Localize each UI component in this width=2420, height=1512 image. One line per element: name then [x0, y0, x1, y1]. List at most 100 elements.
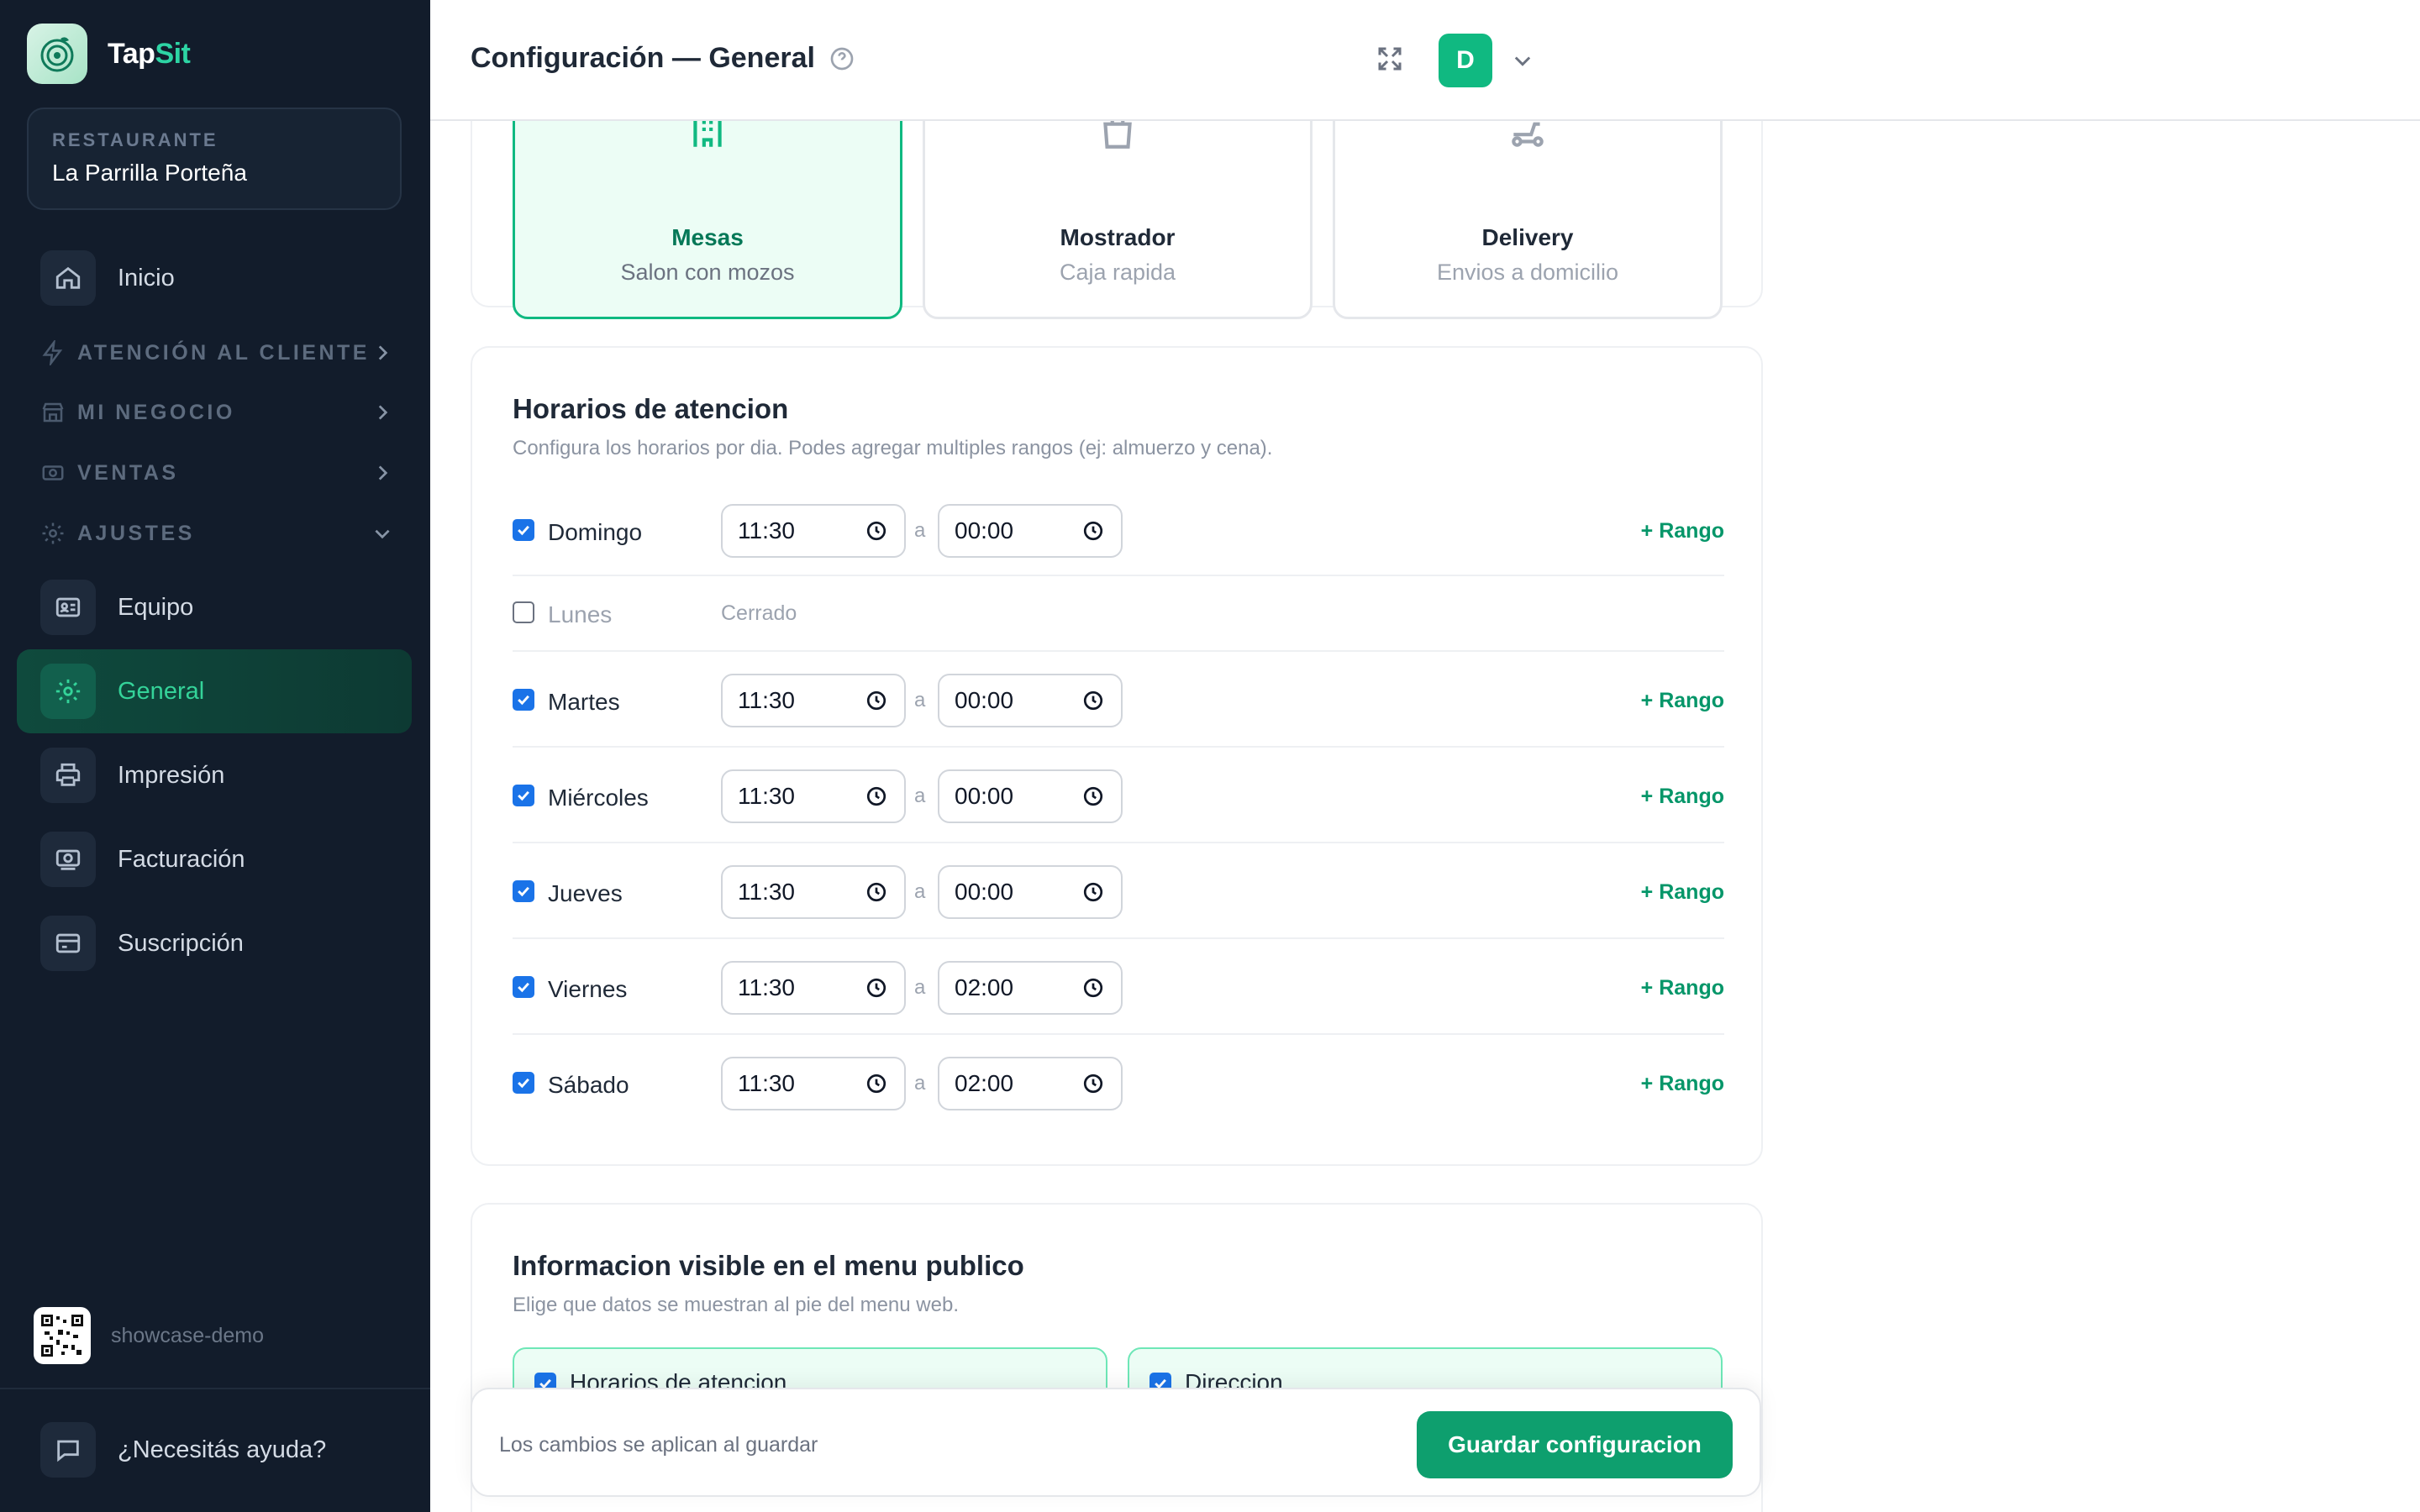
sidebar: TapSit RESTAURANTE La Parrilla Porteña I… — [0, 0, 430, 1512]
sidebar-section-ventas[interactable]: VENTAS — [40, 454, 393, 491]
range-separator: a — [914, 976, 926, 999]
time-to-input[interactable]: 00:00 — [938, 769, 1123, 823]
chevron-down-icon[interactable] — [1511, 49, 1534, 72]
add-range-button[interactable]: + Rango — [1641, 1072, 1724, 1096]
time-from-input[interactable]: 11:30 — [721, 865, 906, 919]
mode-title: Delivery — [1481, 224, 1574, 250]
help-circle-icon[interactable] — [829, 45, 855, 72]
clock-icon — [1083, 786, 1103, 806]
avatar[interactable]: D — [1439, 34, 1492, 87]
range-separator: a — [914, 785, 926, 807]
sidebar-item-label: Facturación — [118, 845, 245, 873]
chevron-down-icon — [375, 529, 390, 539]
account-info[interactable]: showcase-demo — [34, 1307, 264, 1364]
day-name: Viernes — [548, 976, 628, 1002]
clock-icon — [866, 786, 886, 806]
sidebar-item-inicio[interactable]: Inicio — [17, 236, 412, 320]
time-from-input[interactable]: 11:30 — [721, 674, 906, 727]
sidebar-section-negocio[interactable]: MI NEGOCIO — [40, 394, 393, 431]
restaurant-label: RESTAURANTE — [52, 129, 218, 150]
sidebar-item-label: General — [118, 677, 205, 705]
sidebar-item-facturacion[interactable]: Facturación — [17, 817, 412, 901]
mode-option-delivery[interactable]: Delivery Envios a domicilio — [1333, 104, 1723, 319]
account-slug: showcase-demo — [111, 1323, 265, 1347]
section-title: Horarios de atencion — [513, 393, 789, 424]
app-name: TapSit — [108, 37, 191, 70]
day-row-miercoles: Miércoles 11:30 a 00:00 + Rango — [513, 748, 1724, 843]
range-separator: a — [914, 519, 926, 542]
add-range-button[interactable]: + Rango — [1641, 689, 1724, 713]
sidebar-item-equipo[interactable]: Equipo — [17, 565, 412, 649]
closed-label: Cerrado — [721, 601, 797, 625]
day-checkbox[interactable] — [513, 785, 534, 806]
time-from-input[interactable]: 11:30 — [721, 504, 906, 558]
sidebar-section-label: MI NEGOCIO — [77, 400, 235, 424]
cash-icon — [42, 465, 64, 480]
day-row-sabado: Sábado 11:30 a 02:00 + Rango — [513, 1035, 1724, 1131]
sidebar-item-label: Equipo — [118, 593, 194, 621]
mode-subtitle: Salon con mozos — [620, 260, 795, 285]
day-checkbox[interactable] — [513, 976, 534, 998]
save-button[interactable]: Guardar configuracion — [1417, 1411, 1733, 1478]
chevron-right-icon — [378, 345, 388, 360]
credit-card-icon — [40, 916, 96, 971]
time-from-input[interactable]: 11:30 — [721, 1057, 906, 1110]
time-from-input[interactable]: 11:30 — [721, 961, 906, 1015]
day-checkbox[interactable] — [513, 601, 534, 623]
day-checkbox[interactable] — [513, 689, 534, 711]
time-to-input[interactable]: 00:00 — [938, 865, 1123, 919]
sidebar-item-label: Suscripción — [118, 929, 244, 957]
mode-title: Mostrador — [1060, 224, 1176, 250]
time-to-input[interactable]: 00:00 — [938, 504, 1123, 558]
mode-option-mostrador[interactable]: Mostrador Caja rapida — [923, 104, 1313, 319]
clock-icon — [866, 978, 886, 998]
sidebar-section-atencion[interactable]: ATENCIÓN AL CLIENTE — [40, 334, 393, 371]
sidebar-item-impresion[interactable]: Impresión — [17, 733, 412, 817]
brand[interactable]: TapSit — [27, 24, 191, 84]
mode-option-mesas[interactable]: Mesas Salon con mozos — [513, 104, 902, 319]
day-row-jueves: Jueves 11:30 a 00:00 + Rango — [513, 843, 1724, 939]
section-title: Informacion visible en el menu publico — [513, 1250, 1024, 1281]
sidebar-section-ajustes[interactable]: AJUSTES — [40, 515, 393, 552]
clock-icon — [1083, 1074, 1103, 1094]
sidebar-item-label: Inicio — [118, 264, 175, 291]
help-link[interactable]: ¿Necesitás ayuda? — [17, 1408, 412, 1492]
range-separator: a — [914, 880, 926, 903]
sidebar-item-suscripcion[interactable]: Suscripción — [17, 901, 412, 985]
printer-icon — [40, 748, 96, 803]
day-row-lunes: Lunes Cerrado — [513, 576, 1724, 652]
sidebar-item-general[interactable]: General — [17, 649, 412, 733]
day-row-viernes: Viernes 11:30 a 02:00 + Rango — [513, 939, 1724, 1035]
sidebar-section-label: ATENCIÓN AL CLIENTE — [77, 340, 370, 365]
sidebar-item-label: Impresión — [118, 761, 225, 789]
day-checkbox[interactable] — [513, 880, 534, 902]
time-to-input[interactable]: 02:00 — [938, 961, 1123, 1015]
clock-icon — [866, 521, 886, 541]
clock-icon — [1083, 978, 1103, 998]
add-range-button[interactable]: + Rango — [1641, 976, 1724, 1000]
save-bar: Los cambios se aplican al guardar Guarda… — [471, 1388, 1761, 1497]
gear-icon — [42, 522, 64, 544]
topbar: Configuración — General D — [430, 0, 2420, 121]
fullscreen-icon[interactable] — [1375, 44, 1405, 74]
tapsit-logo-icon — [27, 24, 87, 84]
add-range-button[interactable]: + Rango — [1641, 519, 1724, 543]
day-checkbox[interactable] — [513, 519, 534, 541]
add-range-button[interactable]: + Rango — [1641, 785, 1724, 809]
clock-icon — [1083, 690, 1103, 711]
restaurant-selector[interactable]: RESTAURANTE La Parrilla Porteña — [27, 108, 402, 210]
clock-icon — [866, 690, 886, 711]
day-checkbox[interactable] — [513, 1072, 534, 1094]
day-row-domingo: Domingo 11:30 a 00:00 + Rango — [513, 491, 1724, 576]
time-from-input[interactable]: 11:30 — [721, 769, 906, 823]
time-to-input[interactable]: 02:00 — [938, 1057, 1123, 1110]
day-name: Miércoles — [548, 785, 649, 811]
chat-icon — [40, 1422, 96, 1478]
day-name: Domingo — [548, 519, 643, 545]
mode-subtitle: Envios a domicilio — [1436, 260, 1619, 285]
day-row-martes: Martes 11:30 a 00:00 + Rango — [513, 652, 1724, 748]
add-range-button[interactable]: + Rango — [1641, 880, 1724, 905]
clock-icon — [866, 882, 886, 902]
time-to-input[interactable]: 00:00 — [938, 674, 1123, 727]
save-hint: Los cambios se aplican al guardar — [499, 1433, 818, 1457]
